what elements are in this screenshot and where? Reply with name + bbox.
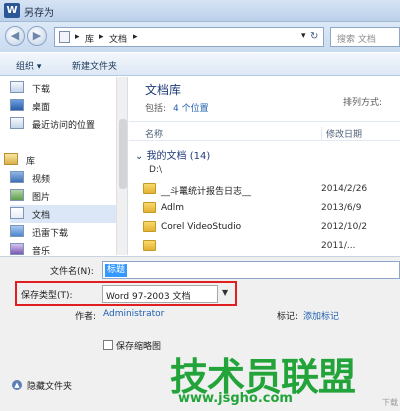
filetype-label: 保存类型(T):: [21, 291, 73, 301]
chevron-down-icon: ⌄: [135, 151, 147, 162]
sidebar-item-music[interactable]: 音乐: [10, 241, 126, 255]
sidebar-item-library[interactable]: 库: [4, 151, 120, 169]
filename-label: 文件名(N):: [50, 267, 94, 277]
list-item[interactable]: __斗鼍统计报告日志__ 2014/2/26: [135, 181, 400, 199]
file-date: 2011/...: [321, 241, 356, 251]
folder-icon: [143, 240, 156, 251]
folder-path-icon: [59, 31, 70, 43]
column-date-modified[interactable]: 修改日期: [321, 127, 362, 140]
sidebar-item-label: 下载: [32, 85, 51, 95]
chevron-down-icon[interactable]: ▼: [222, 288, 228, 297]
chevron-up-icon[interactable]: ▲: [12, 380, 22, 390]
sidebar-item-label: 文档: [32, 211, 51, 221]
sidebar-item-label: 桌面: [32, 103, 51, 113]
save-thumbnail-label: 保存缩略图: [116, 342, 162, 352]
library-locations-link[interactable]: 4 个位置: [173, 101, 209, 114]
watermark-corner-text: 下载: [382, 398, 398, 407]
tags-label: 标记:: [277, 312, 299, 322]
breadcrumb-separator: ▸: [75, 32, 80, 42]
refresh-icon[interactable]: ↻: [310, 31, 318, 42]
save-options-panel: 文件名(N): 标题 保存类型(T): Word 97-2003 文档 ▼ 作者…: [0, 256, 400, 411]
hide-folders-button[interactable]: 隐藏文件夹: [27, 379, 72, 392]
save-as-dialog: W 另存为 ◀ ▶ ▸ 库 ▸ 文档 ▸ ▾ ↻ 搜索 文档 组织 ▾ 新建文件…: [0, 0, 400, 411]
library-title: 文档库: [145, 83, 182, 97]
sidebar-item-downloads[interactable]: 下载: [10, 79, 126, 97]
navigation-bar: ◀ ▶ ▸ 库 ▸ 文档 ▸ ▾ ↻ 搜索 文档: [0, 22, 400, 52]
file-name: __斗鼍统计报告日志__: [161, 187, 252, 197]
folder-icon: [143, 221, 156, 232]
sidebar-item-recent[interactable]: 最近访问的位置: [10, 115, 126, 133]
sidebar-item-label: 视频: [32, 175, 51, 185]
file-date: 2013/6/9: [321, 203, 362, 213]
filetype-select[interactable]: Word 97-2003 文档: [102, 285, 218, 303]
sidebar-item-label: 音乐: [32, 247, 51, 255]
navigation-pane: 下载 桌面 最近访问的位置 库 视频 图片 文档 迅雷下载 音乐: [0, 77, 128, 255]
file-list-pane: 文档库 包括: 4 个位置 排列方式: 名称 修改日期 ⌄ 我的文档 (14) …: [129, 77, 400, 255]
thunder-icon: [10, 225, 24, 237]
filename-input[interactable]: 标题: [102, 261, 400, 279]
documents-icon: [10, 207, 24, 219]
breadcrumb-library[interactable]: 库: [85, 32, 94, 45]
column-header: 名称 修改日期: [129, 121, 400, 141]
sidebar-item-label: 库: [26, 157, 36, 167]
back-button[interactable]: ◀: [5, 26, 25, 46]
tags-value[interactable]: 添加标记: [303, 309, 339, 322]
watermark-url: www.jsgho.com: [178, 391, 293, 406]
list-item[interactable]: Adlm 2013/6/9: [135, 200, 400, 218]
sidebar-item-pictures[interactable]: 图片: [10, 187, 126, 205]
file-name: Corel VideoStudio: [161, 222, 242, 232]
author-value[interactable]: Administrator: [103, 309, 164, 319]
sidebar-item-desktop[interactable]: 桌面: [10, 97, 126, 115]
word-app-icon: W: [4, 3, 20, 18]
file-date: 2014/2/26: [321, 184, 368, 194]
group-path: D:\: [149, 165, 162, 175]
library-icon: [4, 153, 18, 165]
picture-icon: [10, 189, 24, 201]
group-header[interactable]: ⌄ 我的文档 (14): [135, 147, 210, 162]
sidebar-item-documents[interactable]: 文档: [10, 205, 126, 223]
desktop-icon: [10, 99, 24, 111]
arrange-by-label[interactable]: 排列方式:: [343, 95, 382, 108]
file-name: Adlm: [161, 203, 184, 213]
music-icon: [10, 243, 24, 255]
breadcrumb-documents[interactable]: 文档: [109, 32, 127, 45]
sidebar-item-videos[interactable]: 视频: [10, 169, 126, 187]
sidebar-item-label: 图片: [32, 193, 51, 203]
list-item[interactable]: 2011/...: [135, 238, 400, 255]
file-date: 2012/10/2: [321, 222, 368, 232]
sidebar-item-label: 迅雷下载: [32, 229, 69, 239]
folder-icon: [143, 202, 156, 213]
breadcrumb-separator: ▸: [99, 32, 104, 42]
list-item[interactable]: Corel VideoStudio 2012/10/2: [135, 219, 400, 237]
library-includes-label: 包括:: [145, 104, 167, 114]
new-folder-button[interactable]: 新建文件夹: [72, 59, 117, 72]
navigation-scrollbar[interactable]: [116, 77, 127, 255]
save-thumbnail-checkbox[interactable]: [103, 340, 113, 350]
organize-button[interactable]: 组织 ▾: [16, 59, 41, 72]
toolbar: 组织 ▾ 新建文件夹: [0, 52, 400, 76]
search-input[interactable]: 搜索 文档: [330, 27, 400, 47]
download-icon: [10, 81, 24, 93]
address-dropdown-icon[interactable]: ▾: [301, 31, 306, 41]
folder-icon: [143, 183, 156, 194]
column-name[interactable]: 名称: [145, 127, 163, 140]
address-bar[interactable]: ▸ 库 ▸ 文档 ▸ ▾: [54, 27, 324, 47]
forward-button[interactable]: ▶: [27, 26, 47, 46]
recent-icon: [10, 117, 24, 129]
author-label: 作者:: [75, 312, 97, 322]
title-bar: W 另存为: [0, 0, 400, 22]
breadcrumb-separator: ▸: [133, 32, 138, 42]
group-header-label: 我的文档 (14): [146, 151, 211, 162]
scrollbar-thumb[interactable]: [119, 119, 127, 189]
filename-selected-text: 标题: [105, 264, 128, 277]
sidebar-item-label: 最近访问的位置: [32, 121, 96, 131]
sidebar-item-thunder-downloads[interactable]: 迅雷下载: [10, 223, 126, 241]
window-title: 另存为: [24, 8, 54, 19]
video-icon: [10, 171, 24, 183]
